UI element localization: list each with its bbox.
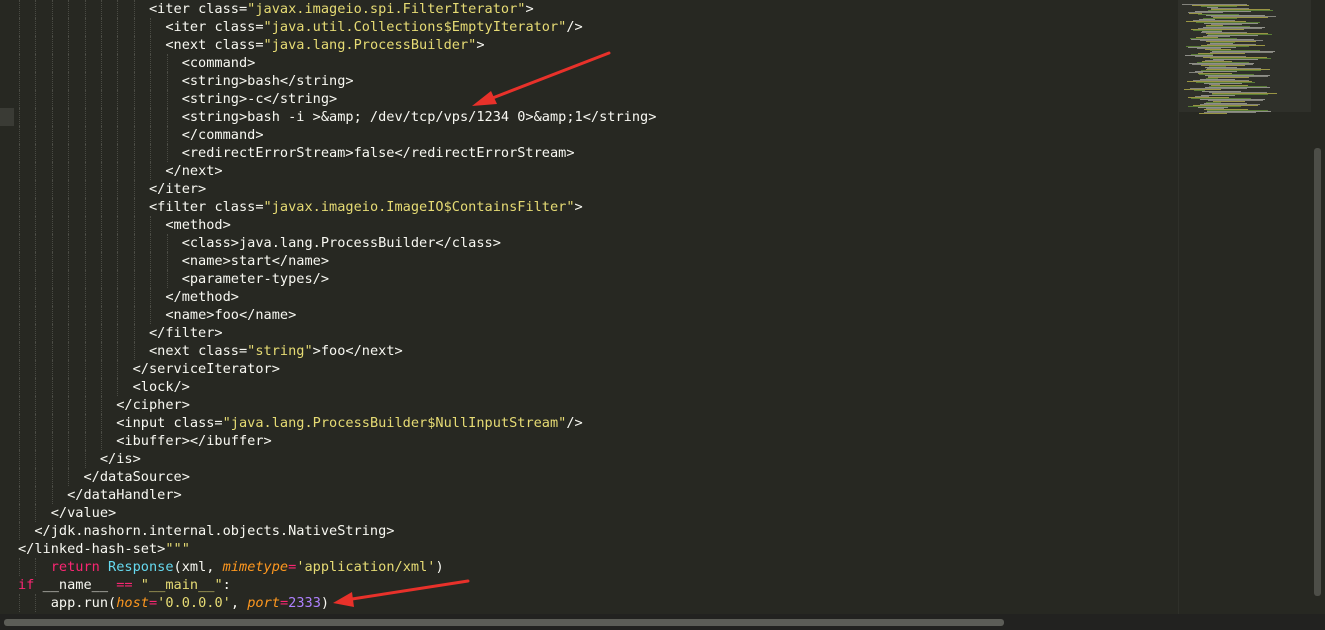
arrow-annotation-port	[333, 579, 470, 607]
code-editor[interactable]: <iter class="javax.imageio.spi.FilterIte…	[0, 0, 1325, 630]
annotation-overlay	[333, 51, 611, 607]
arrow-annotation-command	[472, 51, 611, 106]
